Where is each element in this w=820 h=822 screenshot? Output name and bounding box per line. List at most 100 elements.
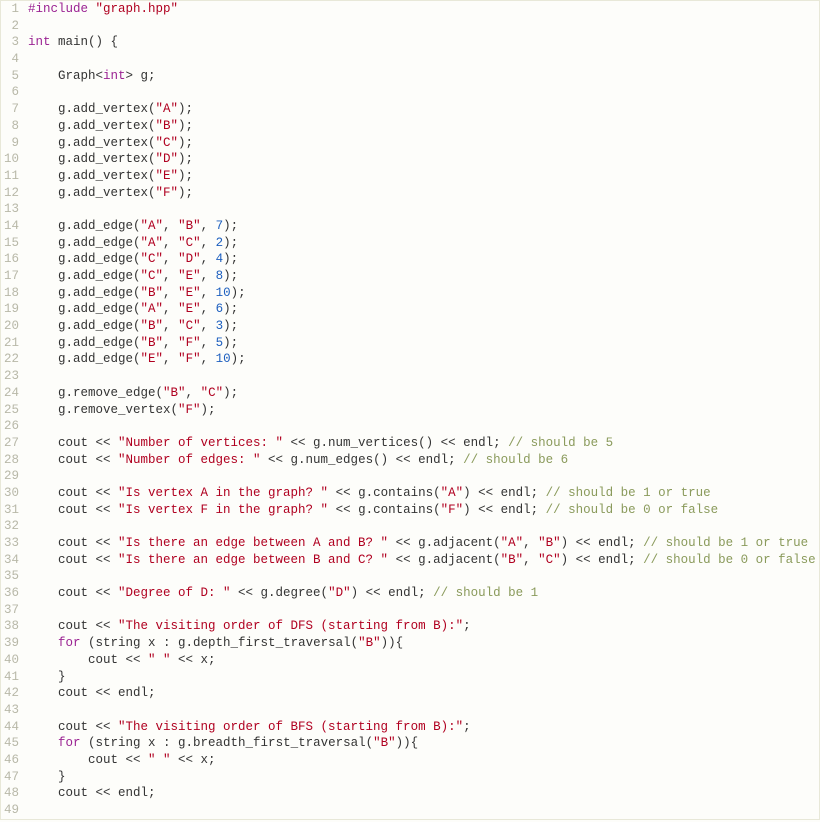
token-txt: cout << (28, 753, 148, 767)
token-str: "E" (156, 169, 179, 183)
token-str: "E" (178, 286, 201, 300)
line-number: 25 (1, 402, 19, 419)
token-txt: cout << endl; (28, 786, 156, 800)
code-line: cout << "The visiting order of BFS (star… (28, 719, 819, 736)
code-line (28, 702, 819, 719)
line-number: 15 (1, 235, 19, 252)
token-str: "B" (156, 119, 179, 133)
code-line: g.add_edge("B", "C", 3); (28, 318, 819, 335)
token-txt: > g; (126, 69, 156, 83)
line-number: 36 (1, 585, 19, 602)
line-number: 41 (1, 669, 19, 686)
line-number: 34 (1, 552, 19, 569)
token-str: "C" (156, 136, 179, 150)
line-number: 42 (1, 685, 19, 702)
token-cmt: // should be 5 (508, 436, 613, 450)
token-txt: ); (223, 336, 238, 350)
token-txt: g.add_vertex( (28, 136, 156, 150)
token-num: 10 (216, 286, 231, 300)
token-txt (28, 736, 58, 750)
token-txt: (string x : g.breadth_first_traversal( (81, 736, 374, 750)
token-txt: cout << endl; (28, 686, 156, 700)
line-number: 39 (1, 635, 19, 652)
token-txt: , (163, 269, 178, 283)
line-number-gutter: 1234567891011121314151617181920212223242… (1, 1, 22, 819)
token-kw: for (58, 736, 81, 750)
code-line: g.add_edge("A", "C", 2); (28, 235, 819, 252)
token-num: 10 (216, 352, 231, 366)
line-number: 6 (1, 84, 19, 101)
token-txt: } (28, 670, 66, 684)
code-line: cout << " " << x; (28, 652, 819, 669)
line-number: 43 (1, 702, 19, 719)
token-txt: cout << (28, 619, 118, 633)
token-txt: g.add_vertex( (28, 119, 156, 133)
token-txt: cout << (28, 486, 118, 500)
token-str: "A" (441, 486, 464, 500)
code-line: g.add_edge("A", "B", 7); (28, 218, 819, 235)
token-str: "D" (178, 252, 201, 266)
token-txt: g.add_vertex( (28, 102, 156, 116)
token-str: "E" (178, 302, 201, 316)
token-str: "A" (501, 536, 524, 550)
code-content[interactable]: #include "graph.hpp" int main() { Graph<… (22, 1, 819, 819)
line-number: 30 (1, 485, 19, 502)
token-txt: g.add_edge( (28, 219, 141, 233)
line-number: 47 (1, 769, 19, 786)
line-number: 32 (1, 518, 19, 535)
token-str: "C" (178, 319, 201, 333)
token-str: "F" (178, 352, 201, 366)
token-txt: g.remove_vertex( (28, 403, 178, 417)
token-str: "F" (156, 186, 179, 200)
code-line: cout << "Is there an edge between B and … (28, 552, 819, 569)
token-num: 4 (216, 252, 224, 266)
token-txt: << g.contains( (328, 503, 441, 517)
line-number: 20 (1, 318, 19, 335)
line-number: 33 (1, 535, 19, 552)
token-txt: g.add_edge( (28, 319, 141, 333)
code-line (28, 18, 819, 35)
token-str: "The visiting order of BFS (starting fro… (118, 720, 463, 734)
code-line: cout << "The visiting order of DFS (star… (28, 618, 819, 635)
token-txt: ); (223, 219, 238, 233)
token-txt: << g.adjacent( (388, 553, 501, 567)
token-txt: , (163, 286, 178, 300)
line-number: 17 (1, 268, 19, 285)
token-txt: g.add_edge( (28, 252, 141, 266)
token-str: "F" (178, 336, 201, 350)
line-number: 9 (1, 135, 19, 152)
token-txt: )){ (381, 636, 404, 650)
token-txt: g.add_vertex( (28, 152, 156, 166)
token-txt: g.add_edge( (28, 286, 141, 300)
token-num: 7 (216, 219, 224, 233)
line-number: 27 (1, 435, 19, 452)
token-txt: cout << (28, 553, 118, 567)
code-line: cout << "Is there an edge between A and … (28, 535, 819, 552)
token-txt: cout << (28, 503, 118, 517)
token-str: "C" (201, 386, 224, 400)
code-line: g.add_vertex("C"); (28, 135, 819, 152)
token-txt: cout << (28, 536, 118, 550)
line-number: 22 (1, 351, 19, 368)
code-line: g.add_edge("A", "E", 6); (28, 301, 819, 318)
token-str: "B" (141, 319, 164, 333)
line-number: 29 (1, 468, 19, 485)
token-txt: << g.num_vertices() << endl; (283, 436, 508, 450)
token-txt: , (163, 302, 178, 316)
token-str: "Is vertex A in the graph? " (118, 486, 328, 500)
token-txt: } (28, 770, 66, 784)
token-num: 2 (216, 236, 224, 250)
line-number: 37 (1, 602, 19, 619)
line-number: 38 (1, 618, 19, 635)
token-txt: ); (178, 152, 193, 166)
token-txt: , (163, 219, 178, 233)
token-txt: , (201, 219, 216, 233)
code-line: int main() { (28, 34, 819, 51)
code-line: cout << "Number of vertices: " << g.num_… (28, 435, 819, 452)
token-txt: g.add_edge( (28, 269, 141, 283)
token-txt: ); (223, 252, 238, 266)
token-txt: ) << endl; (351, 586, 434, 600)
token-txt: ); (178, 169, 193, 183)
token-str: "C" (538, 553, 561, 567)
line-number: 45 (1, 735, 19, 752)
